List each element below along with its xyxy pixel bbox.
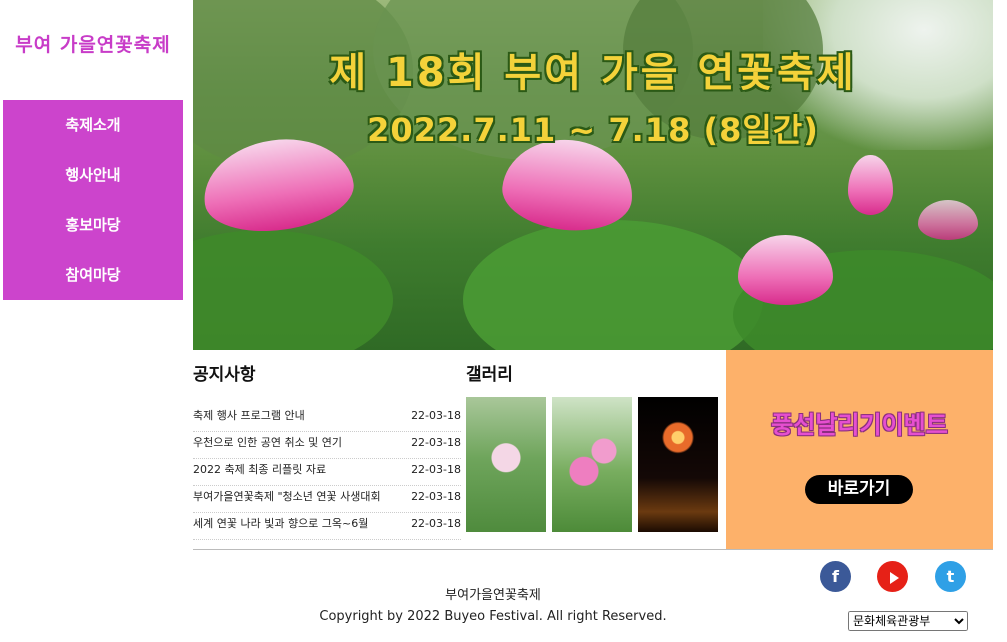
twitter-icon[interactable]: t (935, 561, 966, 592)
notice-item-date: 22-03-18 (411, 463, 461, 476)
notice-list: 축제 행사 프로그램 안내 22-03-18 우천으로 인한 공연 취소 및 연기… (193, 405, 461, 540)
gallery-title: 갤러리 (466, 365, 513, 385)
hero-title: 제 18회 부여 가을 연꽃축제 (329, 50, 857, 96)
notice-item[interactable]: 축제 행사 프로그램 안내 22-03-18 (193, 405, 461, 432)
notice-item[interactable]: 우천으로 인한 공연 취소 및 연기 22-03-18 (193, 432, 461, 459)
event-banner: 풍선날리기이벤트 바로가기 (726, 350, 993, 550)
event-go-button[interactable]: 바로가기 (805, 475, 913, 504)
gallery-thumbnails (466, 397, 726, 532)
hero-lotus-leaf (193, 230, 393, 350)
footer-site-name: 부여가을연꽃축제 (445, 588, 541, 603)
nav-item-festival-intro[interactable]: 축제소개 (3, 100, 183, 150)
notice-title: 공지사항 (193, 365, 256, 385)
notice-item[interactable]: 부여가을연꽃축제 "청소년 연꽃 사생대회 22-03-18 (193, 486, 461, 513)
notice-item-date: 22-03-18 (411, 517, 461, 530)
site-logo[interactable]: 부여 가을연꽃축제 (0, 30, 186, 57)
nav-item-participation[interactable]: 참여마당 (3, 250, 183, 300)
footer-copyright: Copyright by 2022 Buyeo Festival. All ri… (319, 609, 667, 624)
notice-item-title: 2022 축제 최종 리플릿 자료 (193, 463, 327, 476)
hero-lotus-flower (918, 200, 978, 240)
hero-lotus-flower (848, 155, 893, 215)
notice-item-date: 22-03-18 (411, 436, 461, 449)
notice-item-title: 부여가을연꽃축제 "청소년 연꽃 사생대회 (193, 490, 381, 503)
hero-lotus-flower (738, 235, 833, 305)
notice-item[interactable]: 2022 축제 최종 리플릿 자료 22-03-18 (193, 459, 461, 486)
gallery-thumb-fireworks[interactable] (638, 397, 718, 532)
notice-item-title: 우천으로 인한 공연 취소 및 연기 (193, 436, 343, 449)
related-site-select[interactable]: 문화체육관광부 (848, 611, 968, 631)
hero-lotus-leaf (463, 220, 763, 350)
gallery-thumb-lotus-field[interactable] (466, 397, 546, 532)
facebook-icon[interactable]: f (820, 561, 851, 592)
play-icon (889, 571, 899, 584)
notice-item-date: 22-03-18 (411, 409, 461, 422)
hero-banner: 제 18회 부여 가을 연꽃축제 2022.7.11 ~ 7.18 (8일간) (193, 0, 993, 350)
notice-item-title: 세계 연꽃 나라 빛과 향으로 그옥~6월 (193, 517, 369, 530)
footer-divider (193, 549, 993, 550)
nav-item-event-info[interactable]: 행사안내 (3, 150, 183, 200)
nav-item-promotion[interactable]: 홍보마당 (3, 200, 183, 250)
event-title: 풍선날리기이벤트 (771, 411, 948, 439)
gallery-thumb-pink-lotus[interactable] (552, 397, 632, 532)
notice-item[interactable]: 세계 연꽃 나라 빛과 향으로 그옥~6월 22-03-18 (193, 513, 461, 540)
notice-item-title: 축제 행사 프로그램 안내 (193, 409, 305, 422)
gallery-section: 갤러리 (466, 360, 726, 532)
notice-section: 공지사항 축제 행사 프로그램 안내 22-03-18 우천으로 인한 공연 취소… (193, 360, 461, 540)
main-nav: 축제소개 행사안내 홍보마당 참여마당 (3, 100, 183, 300)
youtube-icon[interactable] (877, 561, 908, 592)
notice-item-date: 22-03-18 (411, 490, 461, 503)
hero-date: 2022.7.11 ~ 7.18 (8일간) (367, 111, 819, 149)
